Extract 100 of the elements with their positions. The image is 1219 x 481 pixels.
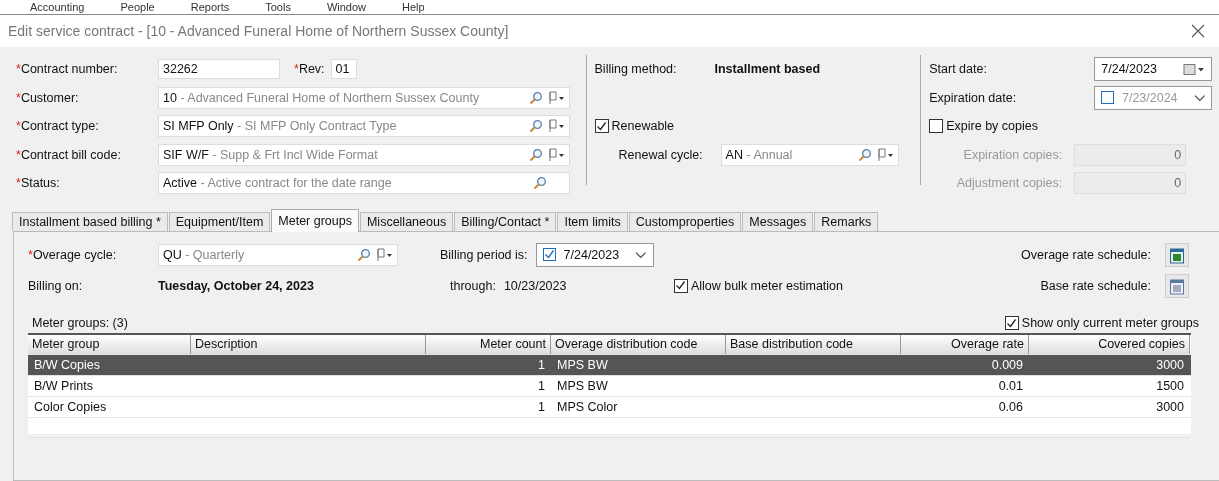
checkbox[interactable]: [542, 248, 556, 261]
close-icon[interactable]: [1191, 24, 1205, 38]
lookup-field[interactable]: SIF W/F - Supp & Frt Incl Wide Format: [158, 143, 570, 166]
column-header[interactable]: Covered copies: [1029, 335, 1190, 354]
search-icon[interactable]: [357, 247, 371, 262]
field-label: Billing period is:: [440, 247, 528, 262]
column-header[interactable]: Meter group: [28, 335, 191, 354]
field-label: *Contract number:: [16, 62, 119, 77]
text-field[interactable]: 01: [330, 59, 357, 80]
field-label: *Customer:: [16, 90, 80, 105]
tab[interactable]: Customproperties: [628, 212, 742, 231]
flag-dropdown-icon[interactable]: [375, 247, 393, 262]
search-icon[interactable]: [857, 147, 872, 162]
tab[interactable]: Remarks: [814, 212, 879, 231]
field-label: Billing on:: [28, 278, 84, 293]
lookup-field[interactable]: QU - Quarterly: [158, 243, 398, 266]
field-label: *Overage cycle:: [28, 247, 118, 262]
window-title: Edit service contract - [10 - Advanced Funeral Home of Northern Sussex County]: [8, 23, 509, 39]
checkbox[interactable]: [673, 278, 688, 293]
tab[interactable]: Miscellaneous: [359, 212, 454, 231]
field-label: Expiration date:: [929, 90, 1018, 105]
chevron-down-icon[interactable]: [635, 250, 647, 259]
date-field[interactable]: 7/24/2023: [535, 242, 654, 267]
column-header[interactable]: Overage rate: [901, 335, 1029, 354]
column-header[interactable]: Meter count: [426, 335, 551, 354]
table-cell-text: B/W Copies: [33, 358, 101, 372]
calendar-money-icon: [1169, 245, 1185, 264]
table-cell-text: 1: [537, 400, 546, 414]
menu-item[interactable]: Help: [402, 0, 425, 14]
tab[interactable]: Installment based billing *: [12, 212, 168, 231]
field-label: Billing method:: [594, 62, 678, 77]
field-label: Base rate schedule:: [1040, 278, 1151, 293]
table-cell-text: 0.01: [997, 379, 1024, 393]
checkbox-label: Show only current meter groups: [1021, 316, 1199, 330]
table-cell-text: MPS Color: [556, 400, 619, 414]
search-icon[interactable]: [529, 119, 543, 134]
lookup-field[interactable]: SI MFP Only - SI MFP Only Contract Type: [158, 115, 570, 138]
field-value: 10/23/2023: [503, 278, 568, 293]
lookup-field[interactable]: AN - Annual: [720, 143, 899, 166]
table-cell-text: B/W Prints: [33, 379, 95, 393]
checkbox-label: Expire by copies: [946, 119, 1038, 134]
text-field[interactable]: 32262: [158, 59, 280, 80]
menu-item[interactable]: Accounting: [30, 0, 85, 14]
field-label: Start date:: [929, 62, 988, 77]
table-row[interactable]: Color Copies 1 MPS Color 0.06 3000: [28, 397, 1191, 418]
column-header[interactable]: Description: [191, 335, 426, 354]
tab[interactable]: Equipment/Item: [168, 212, 271, 231]
table-cell-text: 3000: [1155, 358, 1185, 372]
checkbox[interactable]: [1101, 91, 1114, 105]
calendar-dropdown-icon[interactable]: [1183, 62, 1206, 76]
table-cell-text: 0.06: [997, 400, 1024, 414]
table-row[interactable]: B/W Prints 1 MPS BW 0.01 1500: [28, 376, 1191, 397]
menu-item[interactable]: Tools: [265, 0, 291, 14]
table-cell-text: 3000: [1155, 400, 1185, 414]
table-cell-text: 1: [537, 358, 546, 372]
schedule-button[interactable]: [1165, 273, 1189, 298]
flag-dropdown-icon[interactable]: [547, 147, 565, 162]
tab[interactable]: Item limits: [557, 212, 628, 231]
menu-item[interactable]: Window: [326, 0, 367, 14]
search-icon[interactable]: [529, 147, 543, 162]
calendar-icon: [1169, 276, 1185, 295]
table-cell-text: MPS BW: [556, 379, 609, 393]
table-cell-text: 1: [537, 379, 546, 393]
table-cell-text: 1500: [1155, 379, 1185, 393]
chevron-down-icon[interactable]: [1193, 93, 1206, 102]
flag-dropdown-icon[interactable]: [547, 119, 565, 134]
checkbox[interactable]: [594, 119, 609, 134]
checkbox-label: Renewable: [611, 119, 675, 134]
field-label: Renewal cycle:: [618, 147, 703, 162]
checkbox[interactable]: [929, 119, 944, 134]
table-label: Meter groups: (3): [32, 316, 128, 330]
field-label: *Status:: [16, 176, 61, 191]
menu-item[interactable]: People: [120, 0, 155, 14]
field-label: *Rev:: [294, 62, 325, 77]
field-label: Adjustment copies:: [955, 176, 1064, 191]
field-label: *Contract bill code:: [16, 147, 122, 162]
checkbox-label: Allow bulk meter estimation: [690, 278, 844, 293]
tab[interactable]: Meter groups: [271, 209, 359, 232]
column-header[interactable]: Overage distribution code: [551, 335, 726, 354]
flag-dropdown-icon[interactable]: [875, 147, 894, 162]
lookup-field[interactable]: 10 - Advanced Funeral Home of Northern Sussex County: [158, 86, 570, 109]
column-header[interactable]: Base distribution code: [726, 335, 901, 354]
date-field[interactable]: 7/24/2023: [1094, 57, 1213, 82]
field-label: *Contract type:: [16, 119, 100, 134]
field-label: Overage rate schedule:: [1021, 247, 1151, 262]
tab[interactable]: Billing/Contact *: [454, 212, 557, 231]
table-cell-text: Color Copies: [33, 400, 108, 414]
flag-dropdown-icon[interactable]: [547, 90, 565, 105]
search-icon[interactable]: [533, 176, 547, 191]
table-row[interactable]: B/W Copies 1 MPS BW 0.009 3000: [28, 355, 1191, 376]
table-cell-text: 0.009: [990, 358, 1024, 372]
tab[interactable]: Messages: [742, 212, 814, 231]
lookup-field[interactable]: Active - Active contract for the date range: [158, 172, 570, 195]
checkbox[interactable]: [1004, 316, 1019, 330]
menu-item[interactable]: Reports: [190, 0, 230, 14]
schedule-button[interactable]: [1165, 242, 1189, 267]
search-icon[interactable]: [529, 90, 543, 105]
field-value: Installment based: [714, 62, 821, 77]
field-label: Expiration copies:: [962, 147, 1064, 162]
field-value: Tuesday, October 24, 2023: [158, 278, 315, 293]
